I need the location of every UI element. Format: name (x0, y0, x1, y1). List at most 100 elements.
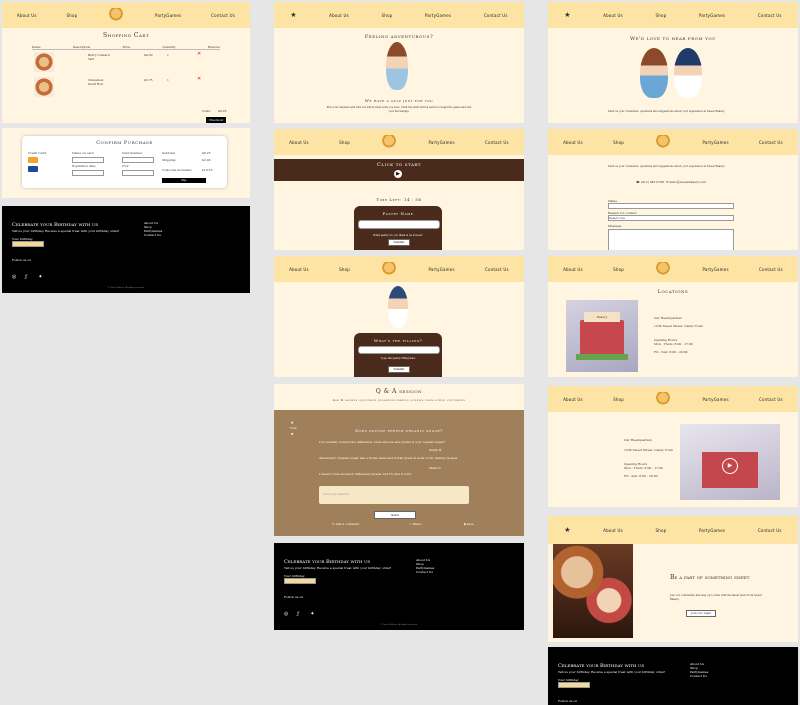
nav-partygames[interactable]: PartyGames (155, 13, 181, 18)
nav-partygames[interactable]: PartyGames (699, 13, 725, 18)
logo-icon (654, 135, 673, 149)
store-video[interactable]: ▶ (680, 424, 780, 500)
logo[interactable] (380, 135, 399, 149)
birthday-input[interactable] (558, 682, 590, 688)
answer-textarea[interactable]: Add your answer... (319, 486, 469, 504)
shipping-value: $2.00 (202, 158, 211, 162)
name-input[interactable] (608, 203, 734, 209)
nav-partygames[interactable]: PartyGames (702, 397, 728, 402)
nav-shop[interactable]: Shop (339, 140, 350, 145)
nav-contact[interactable]: Contact Us (484, 13, 508, 18)
birthday-input[interactable] (12, 241, 44, 247)
star-icon[interactable]: ★ (290, 11, 296, 19)
play-icon[interactable]: ▶ (722, 458, 738, 474)
nav-shop[interactable]: Shop (655, 13, 666, 18)
nav-partygames[interactable]: PartyGames (699, 528, 725, 533)
remove-icon[interactable]: ✕ (197, 76, 201, 82)
nav-about[interactable]: About Us (329, 13, 349, 18)
nav-about[interactable]: About Us (563, 267, 583, 272)
pay-button[interactable]: Pay (162, 178, 206, 183)
star-icon[interactable]: ★ (564, 11, 570, 19)
star-icon[interactable]: ★ (564, 526, 570, 534)
nav-shop[interactable]: Shop (339, 267, 350, 272)
item-desc: Berry Custard Tart (88, 53, 110, 61)
nav-contact[interactable]: Contact Us (485, 267, 509, 272)
footer-sub: Tell us your birthday. Receive a special… (284, 566, 392, 570)
nav-contact[interactable]: Contact Us (211, 13, 235, 18)
logo[interactable] (654, 135, 673, 149)
nav-contact[interactable]: Contact Us (758, 13, 782, 18)
footer-heading: Celebrate your Birthday with us (284, 559, 371, 565)
upvote-icon[interactable]: ▲ (291, 420, 293, 424)
nav-about[interactable]: About Us (603, 13, 623, 18)
send-button[interactable]: Send (374, 511, 416, 519)
footer: Celebrate your Birthday with us Tell us … (2, 206, 250, 293)
footer-link[interactable]: Contact Us (144, 233, 162, 237)
logo[interactable] (654, 262, 673, 276)
item-qty[interactable]: 1 (167, 78, 169, 82)
comment-button[interactable]: ✎ Add a comment (332, 522, 359, 526)
nav-contact[interactable]: Contact Us (759, 267, 783, 272)
locations-title: Locations (657, 289, 689, 295)
instagram-icon[interactable]: ◎ (284, 612, 289, 617)
nav-partygames[interactable]: PartyGames (702, 140, 728, 145)
nav-about[interactable]: About Us (603, 528, 623, 533)
submit-button[interactable]: Submit (388, 239, 410, 246)
nav-shop[interactable]: Shop (613, 140, 624, 145)
message-textarea[interactable] (608, 229, 734, 250)
cvv-field[interactable] (122, 170, 154, 176)
nav-partygames[interactable]: PartyGames (425, 13, 451, 18)
nav-shop[interactable]: Shop (613, 397, 624, 402)
nav-contact[interactable]: Contact Us (758, 528, 782, 533)
facebook-icon[interactable]: ƒ (25, 275, 30, 280)
checkout-button[interactable]: Checkout (206, 117, 226, 123)
logo-icon (654, 262, 673, 276)
nav-partygames[interactable]: PartyGames (428, 140, 454, 145)
nav-partygames[interactable]: PartyGames (702, 267, 728, 272)
nav-contact[interactable]: Contact Us (485, 140, 509, 145)
nav-contact[interactable]: Contact Us (759, 140, 783, 145)
footer-link[interactable]: Contact Us (416, 570, 434, 574)
twitter-icon[interactable]: ✦ (38, 275, 43, 280)
subtotal-label: Subtotal (162, 151, 175, 155)
item-qty[interactable]: 1 (167, 53, 169, 57)
twitter-icon[interactable]: ✦ (310, 612, 315, 617)
nav-about[interactable]: About Us (563, 397, 583, 402)
qa-title: Q & A session (375, 388, 423, 395)
submit-button[interactable]: Submit (388, 366, 410, 373)
number-field[interactable] (122, 157, 154, 163)
nav-about[interactable]: About Us (289, 140, 309, 145)
card-icon[interactable] (28, 157, 38, 163)
nav-about[interactable]: About Us (17, 13, 37, 18)
nav-shop[interactable]: Shop (655, 528, 666, 533)
date-field[interactable] (72, 170, 104, 176)
answer-input[interactable] (358, 220, 440, 229)
nav-shop[interactable]: Shop (613, 267, 624, 272)
facebook-icon[interactable]: ƒ (297, 612, 302, 617)
play-icon[interactable]: ▶ (394, 170, 402, 178)
nav-shop[interactable]: Shop (66, 13, 77, 18)
logo[interactable] (380, 262, 399, 276)
birthday-input[interactable] (284, 578, 316, 584)
join-button[interactable]: Join our team (686, 610, 716, 617)
answer-input[interactable] (358, 346, 440, 354)
nav-shop[interactable]: Shop (381, 13, 392, 18)
nav-about[interactable]: About Us (563, 140, 583, 145)
card-label: Credit Card (28, 151, 46, 155)
remove-icon[interactable]: ✕ (197, 51, 201, 57)
nav-partygames[interactable]: PartyGames (428, 267, 454, 272)
nav-about[interactable]: About Us (289, 267, 309, 272)
logo[interactable] (654, 392, 673, 406)
nav-contact[interactable]: Contact Us (759, 397, 783, 402)
name-field[interactable] (72, 157, 104, 163)
instagram-icon[interactable]: ◎ (12, 275, 17, 280)
card-icon[interactable] (28, 166, 38, 172)
share-button[interactable]: ↗ Share (409, 522, 421, 526)
reason-select[interactable]: Select one (608, 215, 734, 221)
footer-link[interactable]: Contact Us (690, 674, 708, 678)
start-banner[interactable]: Click to start ▶ (274, 159, 524, 181)
timer: Time Left: 14 : 56 (274, 197, 524, 202)
save-button[interactable]: ▮ Save (464, 522, 474, 526)
logo[interactable] (107, 8, 126, 22)
click-start[interactable]: Click to start (274, 162, 524, 168)
